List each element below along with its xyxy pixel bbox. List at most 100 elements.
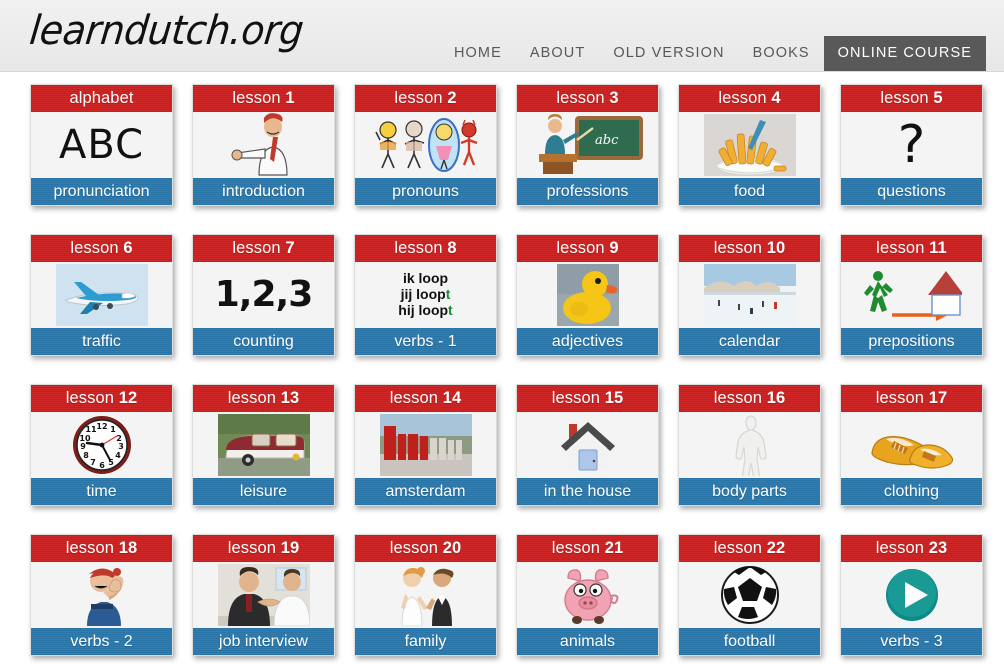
- card-topic: body parts: [679, 478, 820, 505]
- verb-line: ik loop: [402, 270, 449, 287]
- card-topic: questions: [841, 178, 982, 205]
- card-artwork-soccer-ball: [679, 562, 820, 628]
- lesson-card-4[interactable]: lesson 4 food: [678, 84, 821, 206]
- card-title: lesson 3: [517, 85, 658, 112]
- card-title: lesson 20: [355, 535, 496, 562]
- site-header: learndutch.org HOME ABOUT OLD VERSION BO…: [0, 0, 1004, 72]
- lesson-card-6[interactable]: lesson 6 traffic: [30, 234, 173, 356]
- lesson-card-11[interactable]: lesson 11 prepositions: [840, 234, 983, 356]
- artwork-svg: [379, 414, 472, 476]
- lesson-card-21[interactable]: lesson 21 animals: [516, 534, 659, 656]
- lesson-card-9[interactable]: lesson 9 adjectives: [516, 234, 659, 356]
- svg-text:11: 11: [85, 425, 97, 434]
- verb-line: jij loopt: [400, 286, 451, 303]
- card-title: lesson 13: [193, 385, 334, 412]
- artwork-svg: [217, 414, 310, 476]
- lesson-cell: lesson 14 amsterdam: [354, 384, 516, 534]
- nav-item-home[interactable]: HOME: [440, 38, 516, 69]
- lesson-cell: lesson 5? questions: [840, 84, 1002, 234]
- card-artwork-fries-photo: [679, 112, 820, 178]
- lesson-cell: lesson 9 adjectives: [516, 234, 678, 384]
- svg-text:4: 4: [115, 451, 121, 460]
- lesson-number: 16: [766, 389, 786, 407]
- nav-item-books[interactable]: BOOKS: [739, 38, 824, 69]
- lesson-number: 1: [285, 89, 295, 107]
- lesson-cell: lesson 18 verbs - 2: [30, 534, 192, 670]
- artwork-svg: [863, 271, 962, 321]
- lesson-card-23[interactable]: lesson 23 verbs - 3: [840, 534, 983, 656]
- card-topic: football: [679, 628, 820, 655]
- artwork-svg: [231, 113, 288, 176]
- lesson-cell: lesson 16 body parts: [678, 384, 840, 534]
- nav-item-about[interactable]: ABOUT: [516, 38, 599, 69]
- lesson-number: 4: [771, 89, 781, 107]
- lesson-card-7[interactable]: lesson 7 1,2,3 counting: [192, 234, 335, 356]
- lesson-card-16[interactable]: lesson 16 body parts: [678, 384, 821, 506]
- card-artwork-body-silhouette: [679, 412, 820, 478]
- lesson-card-5[interactable]: lesson 5? questions: [840, 84, 983, 206]
- card-artwork-house-icon: [517, 412, 658, 478]
- card-title: lesson 23: [841, 535, 982, 562]
- artwork-svg: [734, 415, 767, 476]
- artwork-svg: [55, 264, 148, 326]
- verb-line: hij loopt: [398, 301, 453, 318]
- card-title: lesson 2: [355, 85, 496, 112]
- card-title: lesson 9: [517, 235, 658, 262]
- lesson-cell: lesson 23 verbs - 3: [840, 534, 1002, 670]
- card-title: lesson 12: [31, 385, 172, 412]
- card-title: lesson 8: [355, 235, 496, 262]
- lesson-cell: lesson 3 abc professions: [516, 84, 678, 234]
- svg-text:8: 8: [83, 451, 89, 460]
- lesson-card-17[interactable]: lesson 17 clothing: [840, 384, 983, 506]
- card-artwork-play-button: [841, 562, 982, 628]
- artwork-svg: [556, 264, 619, 326]
- lesson-cell: lesson 1 introduction: [192, 84, 354, 234]
- lesson-number: 6: [123, 239, 133, 257]
- card-artwork-bride-groom: [355, 562, 496, 628]
- artwork-svg: [703, 264, 796, 326]
- lesson-card-13[interactable]: lesson 13 leisure: [192, 384, 335, 506]
- lesson-card-alphabet[interactable]: alphabet ABC pronunciation: [30, 84, 173, 206]
- card-title: lesson 1: [193, 85, 334, 112]
- lesson-card-10[interactable]: lesson 10 calendar: [678, 234, 821, 356]
- svg-text:abc: abc: [595, 133, 619, 148]
- lesson-number: 7: [285, 239, 295, 257]
- lesson-number: 21: [604, 539, 624, 557]
- lesson-number: 23: [928, 539, 948, 557]
- artwork-svg: [400, 567, 453, 626]
- lesson-card-19[interactable]: lesson 19 job interview: [192, 534, 335, 656]
- lesson-number: 5: [933, 89, 943, 107]
- lesson-card-22[interactable]: lesson 22 football: [678, 534, 821, 656]
- lesson-card-20[interactable]: lesson 20 family: [354, 534, 497, 656]
- nav-item-old-version[interactable]: OLD VERSION: [599, 38, 738, 69]
- lesson-card-2[interactable]: lesson 2 pronouns: [354, 84, 497, 206]
- lesson-number: 3: [609, 89, 619, 107]
- lesson-cell: lesson 8 ik loop jij loopt hij loopt verbs -…: [354, 234, 516, 384]
- card-topic: verbs - 3: [841, 628, 982, 655]
- card-title: lesson 7: [193, 235, 334, 262]
- nav-item-online-course[interactable]: ONLINE COURSE: [823, 36, 986, 71]
- lesson-card-8[interactable]: lesson 8 ik loop jij loopt hij loopt verbs -…: [354, 234, 497, 356]
- brand-logo[interactable]: learndutch.org: [28, 7, 306, 54]
- card-artwork-winter-skating-photo: [679, 262, 820, 328]
- card-title: lesson 17: [841, 385, 982, 412]
- lesson-card-1[interactable]: lesson 1 introduction: [192, 84, 335, 206]
- card-title: lesson 10: [679, 235, 820, 262]
- lesson-cell: lesson 15 in the house: [516, 384, 678, 534]
- lesson-card-18[interactable]: lesson 18 verbs - 2: [30, 534, 173, 656]
- card-artwork-clock: 12 1 2 3 4 5 6 7 8 9 10 11: [31, 412, 172, 478]
- lesson-cell: lesson 7 1,2,3 counting: [192, 234, 354, 384]
- lesson-card-15[interactable]: lesson 15 in the house: [516, 384, 659, 506]
- question-mark-artwork: ?: [897, 115, 926, 175]
- lesson-cell: lesson 2 pronouns: [354, 84, 516, 234]
- card-title: lesson 21: [517, 535, 658, 562]
- lesson-card-3[interactable]: lesson 3 abc professions: [516, 84, 659, 206]
- artwork-svg: [885, 569, 938, 621]
- lesson-cell: lesson 10 calendar: [678, 234, 840, 384]
- lesson-card-14[interactable]: lesson 14 amsterdam: [354, 384, 497, 506]
- artwork-svg: [563, 569, 618, 624]
- lesson-card-12[interactable]: lesson 12 12 1 2 3 4 5 6 7 8 9 10 11 time: [30, 384, 173, 506]
- card-topic: food: [679, 178, 820, 205]
- svg-text:3: 3: [118, 442, 124, 451]
- lesson-number: 2: [447, 89, 457, 107]
